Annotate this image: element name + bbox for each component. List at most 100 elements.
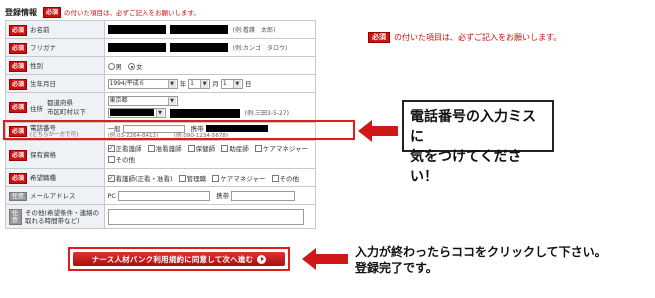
form-header: 登録情報 必須 の付いた項目は、必ずご記入をお願いします。 <box>5 5 200 19</box>
field-label: 保有資格 <box>30 150 57 159</box>
checkbox[interactable] <box>221 145 229 152</box>
label-gender: 必須 性別 <box>5 56 105 75</box>
redacted-city <box>109 109 154 116</box>
checkbox[interactable] <box>254 145 262 152</box>
agree-and-next-button[interactable]: ナース人材バンク利用規約に同意して次へ進む <box>73 252 285 266</box>
checkbox[interactable] <box>187 145 195 152</box>
field-label: お名前 <box>30 25 50 34</box>
label-license: 必須 保有資格 <box>5 140 105 169</box>
select-value: 1 <box>222 80 227 87</box>
pc-email-input[interactable] <box>118 191 211 201</box>
job-option[interactable]: ✓ 看護師(正看・准看) <box>107 174 173 183</box>
birth-year-select[interactable]: 1994/平成６ ▼ <box>107 79 178 89</box>
checkbox[interactable] <box>271 175 279 182</box>
job-option[interactable]: 管理職 <box>178 175 206 183</box>
value-furigana: (例:カンゴ タロウ) <box>103 38 316 57</box>
submit-instruction: 入力が終わったらココをクリックして下さい。 登録完了です。 <box>355 244 607 276</box>
first-name-kana-input[interactable] <box>169 43 228 53</box>
required-badge: 必須 <box>9 24 28 36</box>
label-email: 任意 メールアドレス <box>5 186 105 205</box>
required-badge: 必須 <box>9 102 28 113</box>
field-label: 希望職種 <box>30 173 57 182</box>
checkbox[interactable] <box>107 156 115 163</box>
address-hint: (例:三田3-5-27) <box>244 110 289 117</box>
checkbox[interactable]: ✓ <box>107 175 115 182</box>
job-option[interactable]: ケアマネジャー <box>212 175 265 183</box>
row-desired-job: 必須 希望職種 ✓ 看護師(正看・准看) 管理職 ケアマネジャー その他 <box>5 168 316 187</box>
required-badge: 必須 <box>9 60 28 72</box>
license-option[interactable]: 助産師 <box>221 145 249 153</box>
last-name-kana-input[interactable] <box>107 43 166 53</box>
first-name-input[interactable] <box>169 25 228 35</box>
field-label: フリガナ <box>30 43 57 52</box>
row-name: 必須 お名前 (例:看護 太郎) <box>5 20 316 39</box>
submit-label: ナース人材バンク利用規約に同意して次へ進む <box>91 254 254 264</box>
row-license: 必須 保有資格 ✓ 正看護師 准看護師 保健師 助産師 ケアマネジャー その他 <box>5 140 316 169</box>
license-option[interactable]: ✓ 正看護師 <box>107 145 142 153</box>
required-note: の付いた項目は、必ずご記入をお願いします。 <box>64 9 200 17</box>
year-unit: 年 <box>179 80 187 88</box>
month-unit: 月 <box>212 80 219 88</box>
furigana-hint: (例:カンゴ タロウ) <box>232 44 288 52</box>
label-desired-job: 必須 希望職種 <box>5 168 105 187</box>
radio-female[interactable] <box>128 63 136 70</box>
left-arrow-icon <box>302 248 348 270</box>
field-label: メールアドレス <box>30 192 76 200</box>
row-gender: 必須 性別 男 女 <box>5 56 316 75</box>
street-input[interactable] <box>169 108 240 118</box>
gender-option-male[interactable]: 男 <box>107 63 122 71</box>
phone-warning-callout: 電話番号の入力ミスに 気をつけてください！ <box>402 100 554 185</box>
option-label: ケアマネジャー <box>220 174 266 183</box>
value-email: PC 携帯 <box>103 186 316 205</box>
option-label: ケアマネジャー <box>262 144 308 153</box>
license-option[interactable]: 保健師 <box>187 144 216 153</box>
option-label: 助産師 <box>229 144 249 153</box>
license-option[interactable]: その他 <box>107 156 135 164</box>
name-hint: (例:看護 太郎) <box>232 26 276 34</box>
radio-male[interactable] <box>107 63 115 70</box>
field-label: 性別 <box>30 61 44 70</box>
row-address: 必須 住所 都道府県 市区町村以下 東京都 ▼ ▼ (例:三田3-5-27) <box>5 92 316 123</box>
value-desired-job: ✓ 看護師(正看・准看) 管理職 ケアマネジャー その他 <box>103 168 316 187</box>
birth-day-select[interactable]: 1 ▼ <box>220 79 243 89</box>
birth-month-select[interactable]: 1 ▼ <box>188 79 211 89</box>
submit-highlight-box: ナース人材バンク利用規約に同意して次へ進む <box>68 247 290 271</box>
optional-badge: 任意 <box>9 192 28 201</box>
field-label: その他(希望条件・連絡の取れる時間帯など) <box>25 208 100 225</box>
city-label: 市区町村以下 <box>47 107 87 116</box>
checkbox[interactable] <box>147 145 155 152</box>
option-label: 保健師 <box>195 144 216 153</box>
chevron-down-icon: ▼ <box>167 97 176 105</box>
job-option[interactable]: その他 <box>271 174 300 183</box>
chevron-down-icon: ▼ <box>232 80 241 88</box>
chevron-down-icon: ▼ <box>200 80 209 88</box>
license-option[interactable]: ケアマネジャー <box>254 144 308 153</box>
left-arrow-icon <box>358 120 398 142</box>
option-label: 准看護師 <box>155 144 182 153</box>
arrow-right-icon <box>257 254 267 264</box>
select-value: 1 <box>190 80 194 87</box>
value-gender: 男 女 <box>103 56 316 75</box>
city-select[interactable]: ▼ <box>107 108 166 118</box>
checkbox[interactable] <box>178 175 186 182</box>
checkbox[interactable] <box>212 175 220 182</box>
row-furigana: 必須 フリガナ (例:カンゴ タロウ) <box>5 38 316 57</box>
checkbox[interactable]: ✓ <box>107 145 115 152</box>
row-other: 任意 その他(希望条件・連絡の取れる時間帯など) <box>5 204 316 229</box>
mobile-email-label: 携帯 <box>216 192 230 200</box>
pc-email-label: PC <box>107 192 116 200</box>
mobile-email-input[interactable] <box>231 191 296 201</box>
page-title: 登録情報 <box>5 7 37 17</box>
select-value: 東京都 <box>109 97 128 104</box>
other-textarea[interactable] <box>107 208 304 225</box>
value-other <box>103 204 316 229</box>
option-label: その他 <box>279 174 300 183</box>
option-label: 看護師(正看・准看) <box>115 174 173 183</box>
license-option[interactable]: 准看護師 <box>147 144 182 153</box>
day-unit: 日 <box>244 80 252 88</box>
last-name-input[interactable] <box>107 25 166 35</box>
gender-option-female[interactable]: 女 <box>128 63 143 71</box>
instruction-line-2: 登録完了です。 <box>355 261 438 275</box>
chevron-down-icon: ▼ <box>167 80 176 88</box>
prefecture-select[interactable]: 東京都 ▼ <box>107 96 178 106</box>
